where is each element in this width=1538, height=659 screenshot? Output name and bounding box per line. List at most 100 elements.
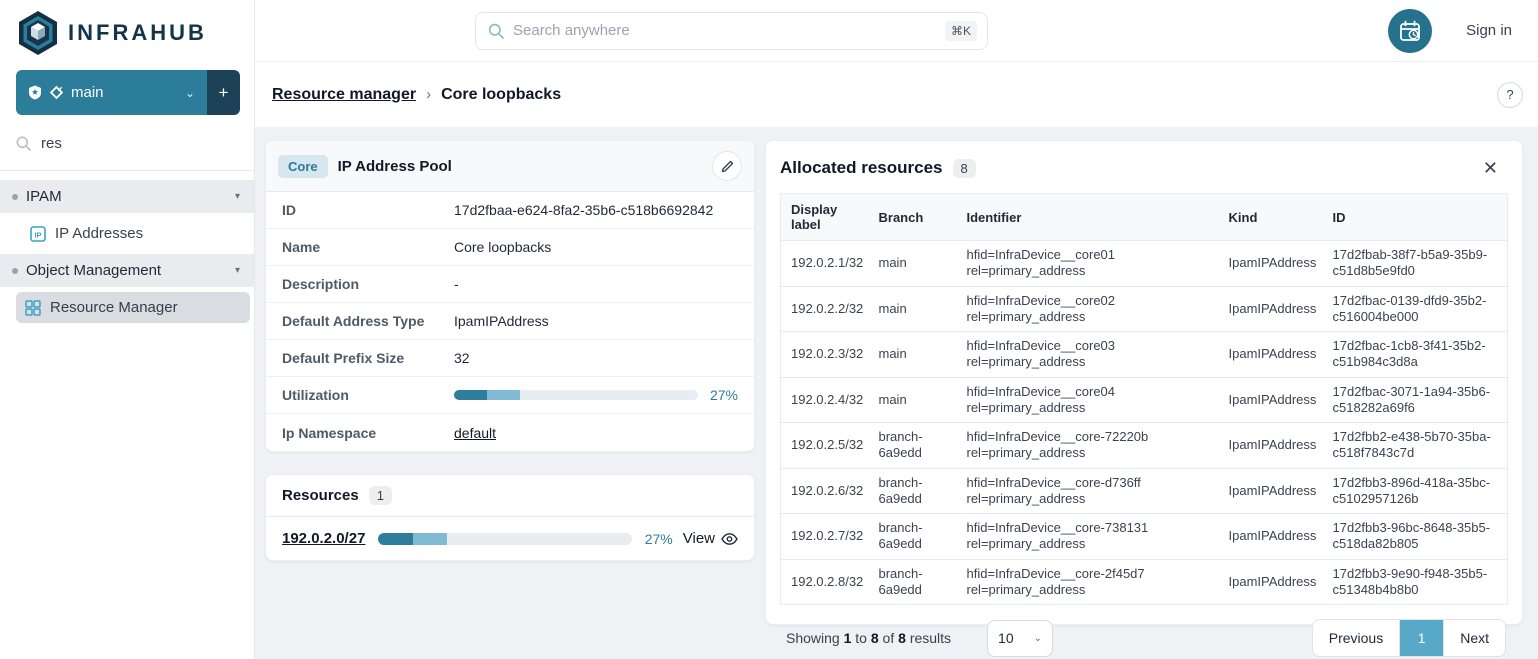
keyboard-shortcut-badge: ⌘K: [945, 21, 977, 41]
table-row[interactable]: 192.0.2.1/32 main hfid=InfraDevice__core…: [781, 241, 1508, 287]
sign-in-button[interactable]: Sign in: [1466, 22, 1512, 39]
cell-id: 17d2fbac-1cb8-3f41-35b2-c51b984c3d8a: [1323, 332, 1508, 378]
table-row[interactable]: 192.0.2.5/32 branch-6a9edd hfid=InfraDev…: [781, 423, 1508, 469]
allocated-count-badge: 8: [953, 159, 976, 178]
sidebar-item-resource-manager[interactable]: Resource Manager: [16, 292, 250, 323]
field-row-description: Description -: [266, 266, 754, 303]
search-icon: [488, 23, 504, 39]
cell-identifier-line2: rel=primary_address: [967, 263, 1209, 279]
ip-address-pool-card: Core IP Address Pool ID 17d2fbaa-e624-8f…: [265, 140, 755, 452]
grid-icon: [25, 300, 41, 316]
field-row-default-prefix-size: Default Prefix Size 32: [266, 340, 754, 377]
utilization-progress-bar: [454, 390, 698, 400]
breadcrumb: Resource manager › Core loopbacks ?: [255, 62, 1538, 127]
pool-column: Core IP Address Pool ID 17d2fbaa-e624-8f…: [265, 140, 755, 561]
previous-page-button[interactable]: Previous: [1313, 620, 1399, 656]
next-page-button[interactable]: Next: [1443, 620, 1505, 656]
sidebar: INFRAHUB main ⌄ + res IPAM ▾ IP IP Addre…: [0, 0, 255, 659]
field-row-id: ID 17d2fbaa-e624-8fa2-35b6-c518b6692842: [266, 192, 754, 229]
resources-card-header: Resources 1: [266, 475, 754, 517]
table-row[interactable]: 192.0.2.4/32 main hfid=InfraDevice__core…: [781, 377, 1508, 423]
sidebar-item-label: Resource Manager: [50, 299, 178, 316]
branch-selector[interactable]: main ⌄: [16, 70, 207, 115]
cell-id: 17d2fbb3-9e90-f948-35b5-c51348b4b8b0: [1323, 559, 1508, 605]
field-value: 17d2fbaa-e624-8fa2-35b6-c518b6692842: [454, 202, 713, 218]
sidebar-search-input[interactable]: res: [0, 115, 254, 171]
sidebar-item-ip-addresses[interactable]: IP IP Addresses: [0, 213, 254, 254]
content-column: Search anywhere ⌘K Sign in Resource mana…: [255, 0, 1538, 659]
sidebar-section-object-management[interactable]: Object Management ▾: [0, 254, 254, 287]
main-area: Core IP Address Pool ID 17d2fbaa-e624-8f…: [255, 127, 1538, 659]
table-row[interactable]: 192.0.2.2/32 main hfid=InfraDevice__core…: [781, 286, 1508, 332]
prefix-link[interactable]: 192.0.2.0/27: [282, 530, 365, 547]
svg-text:IP: IP: [34, 230, 41, 239]
view-button[interactable]: View: [683, 530, 738, 547]
field-value: 32: [454, 350, 470, 366]
resource-progress-bar: [378, 533, 631, 545]
field-value: IpamIPAddress: [454, 313, 549, 329]
table-row[interactable]: 192.0.2.8/32 branch-6a9edd hfid=InfraDev…: [781, 559, 1508, 605]
field-row-utilization: Utilization 27%: [266, 377, 754, 414]
utilization-percent: 27%: [710, 387, 738, 403]
results-summary: Showing 1 to 8 of 8 results: [786, 630, 951, 646]
cell-id: 17d2fbab-38f7-b5a9-35b9-c51d8b5e9fd0: [1323, 241, 1508, 287]
cell-identifier-line2: rel=primary_address: [967, 536, 1209, 552]
namespace-link[interactable]: default: [454, 425, 496, 441]
resources-card: Resources 1 192.0.2.0/27 27% View: [265, 474, 755, 561]
pool-card-title: IP Address Pool: [338, 158, 702, 175]
chevron-down-icon: ⌄: [1034, 633, 1042, 644]
page-1-button[interactable]: 1: [1399, 620, 1443, 656]
bullet-icon: [12, 268, 18, 274]
cell-kind: IpamIPAddress: [1219, 468, 1323, 514]
cell-branch: main: [869, 332, 957, 378]
cell-identifier-line1: hfid=InfraDevice__core-738131: [967, 520, 1209, 536]
breadcrumb-resource-manager-link[interactable]: Resource manager: [272, 86, 416, 104]
column-header-id: ID: [1323, 194, 1508, 241]
add-branch-button[interactable]: +: [207, 70, 240, 115]
column-header-identifier: Identifier: [957, 194, 1219, 241]
pagination: Previous 1 Next: [1312, 619, 1506, 657]
calendar-clock-icon: [1399, 20, 1421, 42]
field-value: Core loopbacks: [454, 239, 551, 255]
column-header-branch: Branch: [869, 194, 957, 241]
branch-selector-row: main ⌄ +: [16, 70, 240, 115]
cell-kind: IpamIPAddress: [1219, 514, 1323, 560]
cell-kind: IpamIPAddress: [1219, 423, 1323, 469]
chevron-right-icon: ›: [426, 86, 431, 103]
field-row-name: Name Core loopbacks: [266, 229, 754, 266]
cell-branch: branch-6a9edd: [869, 423, 957, 469]
schedule-avatar-button[interactable]: [1388, 9, 1432, 53]
close-icon[interactable]: ✕: [1475, 157, 1506, 179]
app-root: INFRAHUB main ⌄ + res IPAM ▾ IP IP Addre…: [0, 0, 1538, 659]
cell-display: 192.0.2.3/32: [781, 332, 869, 378]
cell-id: 17d2fbb2-e438-5b70-35ba-c518f7843c7d: [1323, 423, 1508, 469]
field-label: Ip Namespace: [282, 425, 454, 441]
edit-button[interactable]: [712, 151, 742, 181]
cell-display: 192.0.2.6/32: [781, 468, 869, 514]
global-search-input[interactable]: Search anywhere ⌘K: [475, 12, 988, 50]
page-size-value: 10: [998, 630, 1020, 646]
resources-count-badge: 1: [369, 486, 392, 505]
table-row[interactable]: 192.0.2.6/32 branch-6a9edd hfid=InfraDev…: [781, 468, 1508, 514]
help-button[interactable]: ?: [1497, 82, 1523, 108]
table-footer: Showing 1 to 8 of 8 results 10 ⌄ Previou…: [780, 605, 1508, 657]
chevron-down-icon: ⌄: [185, 86, 195, 100]
cell-kind: IpamIPAddress: [1219, 286, 1323, 332]
table-row[interactable]: 192.0.2.3/32 main hfid=InfraDevice__core…: [781, 332, 1508, 378]
cell-id: 17d2fbac-0139-dfd9-35b2-c516004be000: [1323, 286, 1508, 332]
page-title: Core loopbacks: [441, 86, 561, 104]
cell-display: 192.0.2.7/32: [781, 514, 869, 560]
cell-identifier-line1: hfid=InfraDevice__core-72220b: [967, 429, 1209, 445]
cell-branch: branch-6a9edd: [869, 468, 957, 514]
sidebar-section-ipam[interactable]: IPAM ▾: [0, 180, 254, 213]
cell-display: 192.0.2.8/32: [781, 559, 869, 605]
bullet-icon: [12, 194, 18, 200]
logo[interactable]: INFRAHUB: [0, 0, 254, 62]
cell-identifier-line2: rel=primary_address: [967, 582, 1209, 598]
cell-identifier-line1: hfid=InfraDevice__core04: [967, 384, 1209, 400]
page-size-select[interactable]: 10 ⌄: [987, 620, 1053, 657]
cell-branch: branch-6a9edd: [869, 559, 957, 605]
eye-icon: [721, 533, 738, 545]
shield-icon: [28, 85, 42, 100]
table-row[interactable]: 192.0.2.7/32 branch-6a9edd hfid=InfraDev…: [781, 514, 1508, 560]
